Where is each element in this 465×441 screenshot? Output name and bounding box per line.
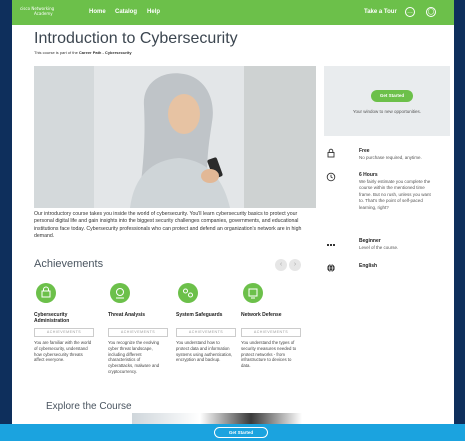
clock-icon	[326, 172, 336, 182]
info-duration-sub: We fairly estimate you complete the cour…	[359, 179, 431, 210]
career-path-link[interactable]: Career Path - Cybersecurity	[79, 50, 132, 55]
achievement-tag: ACHIEVEMENTS	[34, 328, 94, 337]
chat-icon[interactable]: …	[405, 7, 415, 17]
top-nav: cisco Networking Academy Home Catalog He…	[12, 0, 454, 25]
networking-academy-logo[interactable]: cisco Networking Academy	[20, 6, 54, 16]
achievements-next-arrow[interactable]: ›	[289, 259, 301, 271]
achievement-tag: ACHIEVEMENTS	[108, 328, 168, 337]
hero-illustration	[34, 66, 316, 208]
achievement-desc: You understand how to protect data and i…	[176, 340, 233, 363]
nav-home-link[interactable]: Home	[89, 9, 106, 15]
achievement-desc: You understand the types of security mea…	[241, 340, 297, 369]
page-title: Introduction to Cybersecurity	[34, 30, 238, 47]
achievement-title: Threat Analysis	[108, 312, 146, 318]
achievement-tag: ACHIEVEMENTS	[241, 328, 301, 337]
enroll-card: Get Started Your window to new opportuni…	[324, 66, 450, 136]
page: cisco Networking Academy Home Catalog He…	[12, 0, 454, 441]
achievements-prev-arrow[interactable]: ‹	[275, 259, 287, 271]
user-avatar-icon[interactable]: ◯	[426, 7, 436, 17]
take-a-tour-link[interactable]: Take a Tour	[364, 9, 397, 15]
info-free-title: Free	[359, 148, 370, 154]
nav-catalog-link[interactable]: Catalog	[115, 9, 137, 15]
shield-lock-icon	[36, 283, 56, 303]
achievement-title: Cybersecurity Administration	[34, 312, 70, 325]
logo-brand: cisco	[20, 6, 31, 11]
nav-help-link[interactable]: Help	[147, 9, 160, 15]
lock-icon	[326, 148, 336, 158]
footer-get-started-button[interactable]: Get Started	[214, 427, 268, 438]
safeguard-icon	[178, 283, 198, 303]
network-defense-icon	[243, 283, 263, 303]
achievements-heading: Achievements	[34, 258, 104, 270]
sticky-footer-bar: Get Started	[0, 424, 465, 441]
info-free-sub: No purchase required, anytime.	[359, 155, 422, 160]
explore-heading: Explore the Course	[46, 401, 132, 412]
threat-analysis-icon	[110, 283, 130, 303]
info-level-sub: Level of the course.	[359, 245, 399, 250]
achievement-title: System Safeguards	[176, 312, 223, 318]
achievement-tag: ACHIEVEMENTS	[176, 328, 236, 337]
level-bars-icon	[326, 238, 336, 248]
achievement-desc: You are familiar with the world of cyber…	[34, 340, 92, 363]
course-subtitle: This course is part of the Career Path -…	[34, 50, 132, 55]
card-tagline: Your window to new opportunities.	[352, 109, 422, 114]
info-language-title: English	[359, 263, 378, 269]
info-level-title: Beginner	[359, 238, 381, 244]
globe-icon	[326, 263, 336, 273]
subtitle-prefix: This course is part of the	[34, 50, 79, 55]
hero-image	[34, 66, 316, 208]
info-duration-title: 6 Hours	[359, 172, 378, 178]
achievement-desc: You recognize the evolving cyber threat …	[108, 340, 160, 374]
achievement-title: Network Defense	[241, 312, 282, 318]
logo-line2: Academy	[34, 11, 53, 16]
get-started-button[interactable]: Get Started	[371, 90, 413, 102]
course-description: Our introductory course takes you inside…	[34, 211, 302, 240]
